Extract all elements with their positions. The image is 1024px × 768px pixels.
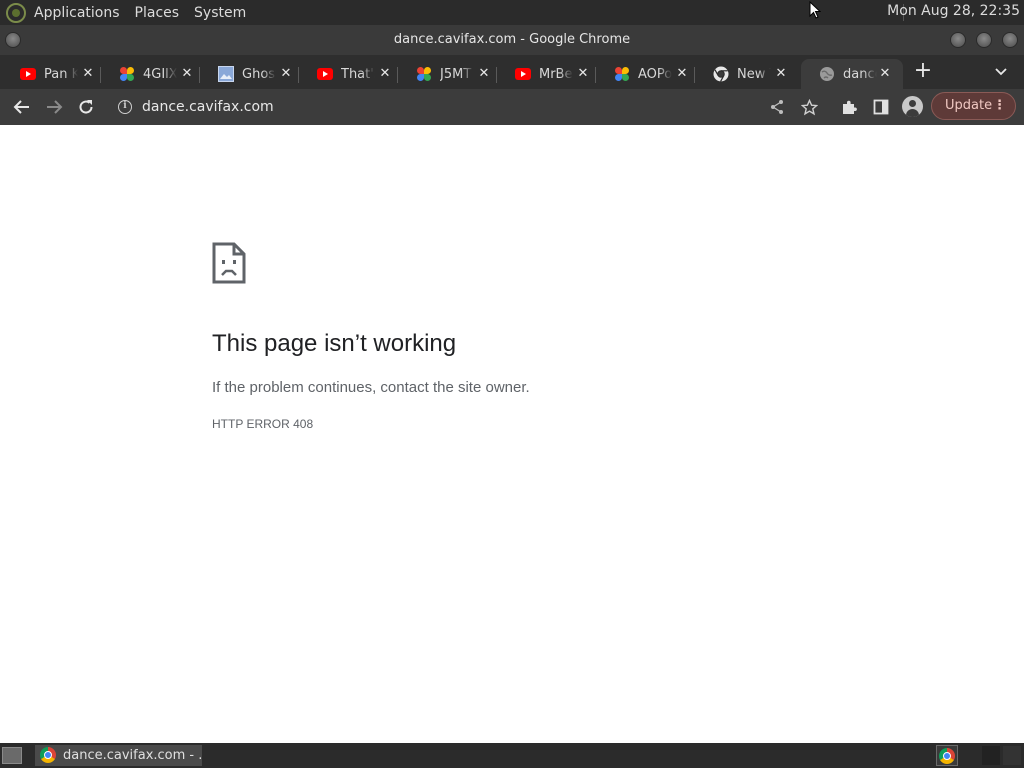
tab-title: AOPo bbox=[638, 66, 672, 82]
side-panel-icon bbox=[873, 99, 889, 115]
tab-strip: Pan K ✕ 4GIlX ✕ Ghost ✕ That's ✕ J5MT ✕ … bbox=[0, 55, 1024, 89]
error-code: HTTP ERROR 408 bbox=[212, 417, 314, 431]
tab-ghost[interactable]: Ghost ✕ bbox=[200, 59, 299, 89]
tab-mrbe[interactable]: MrBe ✕ bbox=[497, 59, 596, 89]
back-arrow-icon bbox=[13, 100, 29, 114]
window-menu-button[interactable] bbox=[5, 32, 21, 48]
bookmark-button[interactable] bbox=[797, 95, 821, 119]
tab-title: dance bbox=[843, 66, 877, 82]
share-button[interactable] bbox=[765, 95, 789, 119]
more-menu-icon[interactable]: ⋮ bbox=[993, 93, 1006, 119]
update-button[interactable]: Update ⋮ bbox=[931, 92, 1016, 120]
reload-button[interactable] bbox=[74, 95, 98, 119]
close-tab-icon[interactable]: ✕ bbox=[377, 66, 393, 82]
address-bar[interactable]: i dance.cavifax.com bbox=[110, 93, 824, 121]
update-label: Update bbox=[945, 98, 993, 113]
page-content: This page isn’t working If the problem c… bbox=[0, 126, 1024, 743]
tab-title: J5MT bbox=[440, 66, 472, 82]
browser-toolbar: i dance.cavifax.com bbox=[0, 89, 1024, 125]
close-tab-icon[interactable]: ✕ bbox=[278, 66, 294, 82]
puzzle-icon bbox=[842, 100, 857, 114]
mouse-cursor-icon bbox=[809, 1, 821, 19]
distro-logo-icon[interactable] bbox=[6, 2, 26, 23]
profile-avatar-icon[interactable] bbox=[902, 96, 923, 117]
forward-arrow-icon bbox=[47, 100, 63, 114]
error-subtitle: If the problem continues, contact the si… bbox=[212, 379, 530, 396]
tab-pan-k[interactable]: Pan K ✕ bbox=[2, 59, 101, 89]
sad-page-icon bbox=[212, 242, 246, 284]
top-panel: Applications Places System Mon Aug 28, 2… bbox=[0, 0, 1024, 25]
url-text[interactable]: dance.cavifax.com bbox=[142, 99, 274, 115]
window-titlebar[interactable]: dance.cavifax.com - Google Chrome bbox=[0, 25, 1024, 55]
site-info-icon[interactable]: i bbox=[118, 100, 132, 114]
tab-title: 4GIlX bbox=[143, 66, 177, 82]
youtube-icon bbox=[20, 66, 36, 82]
tab-4gilx[interactable]: 4GIlX ✕ bbox=[101, 59, 200, 89]
menu-system[interactable]: System bbox=[194, 5, 255, 21]
back-button[interactable] bbox=[10, 95, 34, 119]
close-tab-icon[interactable]: ✕ bbox=[674, 66, 690, 82]
tab-title: New T bbox=[737, 66, 771, 82]
globe-icon bbox=[819, 66, 835, 82]
clock[interactable]: Mon Aug 28, 22:35 bbox=[887, 3, 1020, 19]
pinwheel-icon bbox=[614, 66, 630, 82]
tab-new-tab[interactable]: New T ✕ bbox=[695, 59, 793, 89]
chrome-icon bbox=[40, 747, 56, 763]
taskbar-window-label: dance.cavifax.com - ... bbox=[63, 748, 202, 763]
menu-applications[interactable]: Applications bbox=[34, 5, 129, 21]
menu-places[interactable]: Places bbox=[135, 5, 189, 21]
tab-title: That's bbox=[341, 66, 375, 82]
window-title: dance.cavifax.com - Google Chrome bbox=[393, 32, 631, 47]
maximize-button[interactable] bbox=[976, 32, 992, 48]
forward-button[interactable] bbox=[42, 95, 66, 119]
close-tab-icon[interactable]: ✕ bbox=[575, 66, 591, 82]
tab-search-chevron-icon[interactable] bbox=[992, 62, 1010, 80]
new-tab-button[interactable]: + bbox=[912, 60, 934, 82]
youtube-icon bbox=[317, 66, 333, 82]
tab-dance-active[interactable]: dance ✕ bbox=[801, 59, 903, 89]
side-panel-button[interactable] bbox=[869, 95, 893, 119]
close-tab-icon[interactable]: ✕ bbox=[773, 66, 789, 82]
image-icon bbox=[218, 66, 234, 82]
workspace-1[interactable] bbox=[982, 746, 1000, 765]
tab-aopo[interactable]: AOPo ✕ bbox=[596, 59, 695, 89]
tab-title: MrBe bbox=[539, 66, 573, 82]
tab-title: Pan K bbox=[44, 66, 78, 82]
youtube-icon bbox=[515, 66, 531, 82]
tab-j5mt[interactable]: J5MT ✕ bbox=[398, 59, 497, 89]
chrome-icon bbox=[939, 748, 955, 764]
chrome-icon bbox=[713, 66, 729, 82]
minimize-button[interactable] bbox=[950, 32, 966, 48]
show-desktop-icon[interactable] bbox=[2, 747, 22, 764]
error-title: This page isn’t working bbox=[212, 330, 457, 357]
star-icon bbox=[800, 98, 818, 115]
close-tab-icon[interactable]: ✕ bbox=[877, 66, 893, 82]
pinwheel-icon bbox=[416, 66, 432, 82]
close-tab-icon[interactable]: ✕ bbox=[80, 66, 96, 82]
close-tab-icon[interactable]: ✕ bbox=[476, 66, 492, 82]
taskbar-window-chrome[interactable]: dance.cavifax.com - ... bbox=[35, 745, 202, 766]
pinwheel-icon bbox=[119, 66, 135, 82]
bottom-taskbar: dance.cavifax.com - ... bbox=[0, 743, 1024, 768]
extensions-button[interactable] bbox=[837, 95, 861, 119]
workspace-2[interactable] bbox=[1003, 746, 1021, 765]
close-window-button[interactable] bbox=[1002, 32, 1018, 48]
tray-chrome-launcher[interactable] bbox=[936, 745, 958, 766]
share-icon bbox=[771, 100, 783, 114]
tab-title: Ghost bbox=[242, 66, 276, 82]
close-tab-icon[interactable]: ✕ bbox=[179, 66, 195, 82]
tab-thats[interactable]: That's ✕ bbox=[299, 59, 398, 89]
reload-icon bbox=[79, 100, 93, 114]
